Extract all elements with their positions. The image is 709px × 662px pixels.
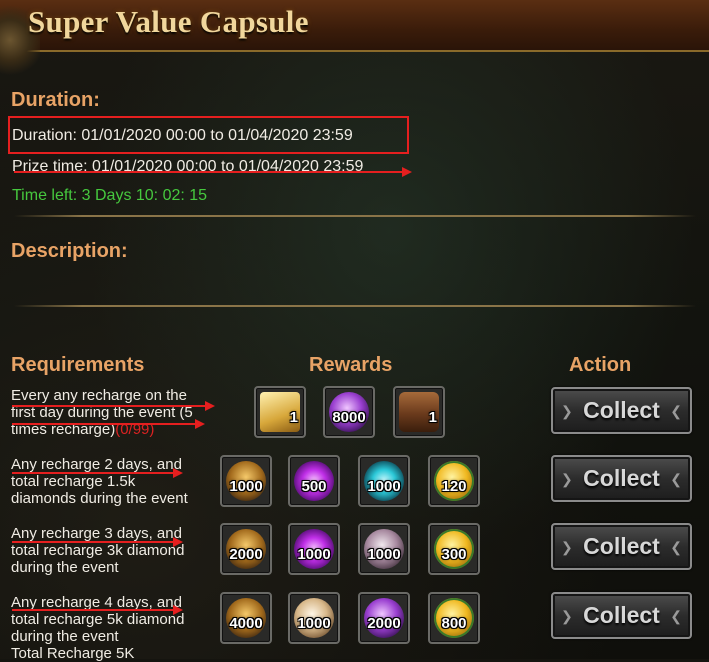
button-ornament: ❮ [670,539,682,555]
button-ornament: ❮ [670,608,682,624]
reward-quantity: 2000 [229,546,263,563]
reward-slot[interactable]: 1000 [358,455,410,507]
reward-slot[interactable]: 800 [428,592,480,644]
reward-slot[interactable]: 120 [428,455,480,507]
reward-quantity: 8000 [332,409,366,426]
button-ornament: ❯ [561,403,573,419]
annotation-arrowhead [173,605,183,615]
requirement-line: Every any recharge on the [11,387,187,404]
annotation-underline [14,171,402,173]
page-title: Super Value Capsule [28,4,309,39]
duration-heading: Duration: [11,89,100,111]
prize-time-text: Prize time: 01/01/2020 00:00 to 01/04/20… [12,158,364,175]
tier-1-requirement: Every any recharge on the first day duri… [11,387,226,438]
reward-quantity: 1000 [297,546,331,563]
requirement-line: total recharge 5k diamond [11,611,185,628]
annotation-underline [12,609,176,611]
reward-slot[interactable]: 1000 [288,592,340,644]
collect-button[interactable]: ❯ Collect ❮ [551,387,692,434]
reward-quantity: 800 [441,615,467,632]
reward-slot[interactable]: 300 [428,523,480,575]
collect-button-label: Collect [583,533,660,559]
reward-slot[interactable]: 1 [254,386,306,438]
reward-slot[interactable]: 2000 [220,523,272,575]
annotation-arrowhead [205,401,215,411]
requirement-line: Any recharge 2 days, and [11,456,182,473]
collect-button[interactable]: ❯ Collect ❮ [551,523,692,570]
button-ornament: ❮ [670,403,682,419]
tier-4-requirement: Any recharge 4 days, and total recharge … [11,594,226,662]
collect-button[interactable]: ❯ Collect ❮ [551,592,692,639]
requirement-line: total recharge 1.5k [11,473,136,490]
reward-quantity: 1 [289,409,298,426]
annotation-underline [12,472,176,474]
collect-button-label: Collect [583,602,660,628]
reward-slot[interactable]: 1 [393,386,445,438]
tier-3-requirement: Any recharge 3 days, and total recharge … [11,525,226,576]
annotation-arrowhead [173,468,183,478]
requirement-line: during the event [11,559,119,576]
reward-slot[interactable]: 500 [288,455,340,507]
collect-button-label: Collect [583,397,660,423]
button-ornament: ❯ [561,539,573,555]
button-ornament: ❮ [670,471,682,487]
annotation-arrowhead [402,167,412,177]
annotation-arrowhead [195,419,205,429]
reward-slot[interactable]: 2000 [358,592,410,644]
reward-quantity: 1000 [229,478,263,495]
reward-quantity: 4000 [229,615,263,632]
collect-button[interactable]: ❯ Collect ❮ [551,455,692,502]
reward-quantity: 1000 [297,615,331,632]
reward-slot[interactable]: 4000 [220,592,272,644]
time-left-text: Time left: 3 Days 10: 02: 15 [12,187,208,204]
reward-slot[interactable]: 1000 [358,523,410,575]
requirement-line: during the event [11,628,119,645]
collect-button-label: Collect [583,465,660,491]
requirement-line: total recharge 3k diamond [11,542,185,559]
annotation-arrowhead [173,537,183,547]
reward-quantity: 500 [301,478,327,495]
button-ornament: ❯ [561,608,573,624]
reward-slot[interactable]: 1000 [288,523,340,575]
annotation-underline [12,405,208,407]
reward-quantity: 2000 [367,615,401,632]
reward-quantity: 1000 [367,546,401,563]
annotation-box [8,116,409,154]
reward-quantity: 1000 [367,478,401,495]
reward-quantity: 1 [428,409,437,426]
reward-slot[interactable]: 8000 [323,386,375,438]
reward-slot[interactable]: 1000 [220,455,272,507]
annotation-underline [12,541,176,543]
section-divider [14,305,696,307]
rewards-header: Rewards [309,354,393,376]
action-header: Action [569,354,632,376]
button-ornament: ❯ [561,471,573,487]
description-heading: Description: [11,240,128,262]
section-divider [14,215,696,217]
requirement-line: Total Recharge 5K [11,645,135,662]
requirements-header: Requirements [11,354,145,376]
annotation-underline [12,423,197,425]
requirement-line: Any recharge 3 days, and [11,525,182,542]
tier-2-requirement: Any recharge 2 days, and total recharge … [11,456,226,507]
reward-quantity: 300 [441,546,467,563]
reward-quantity: 120 [441,478,467,495]
requirement-line: diamonds during the event [11,490,188,507]
